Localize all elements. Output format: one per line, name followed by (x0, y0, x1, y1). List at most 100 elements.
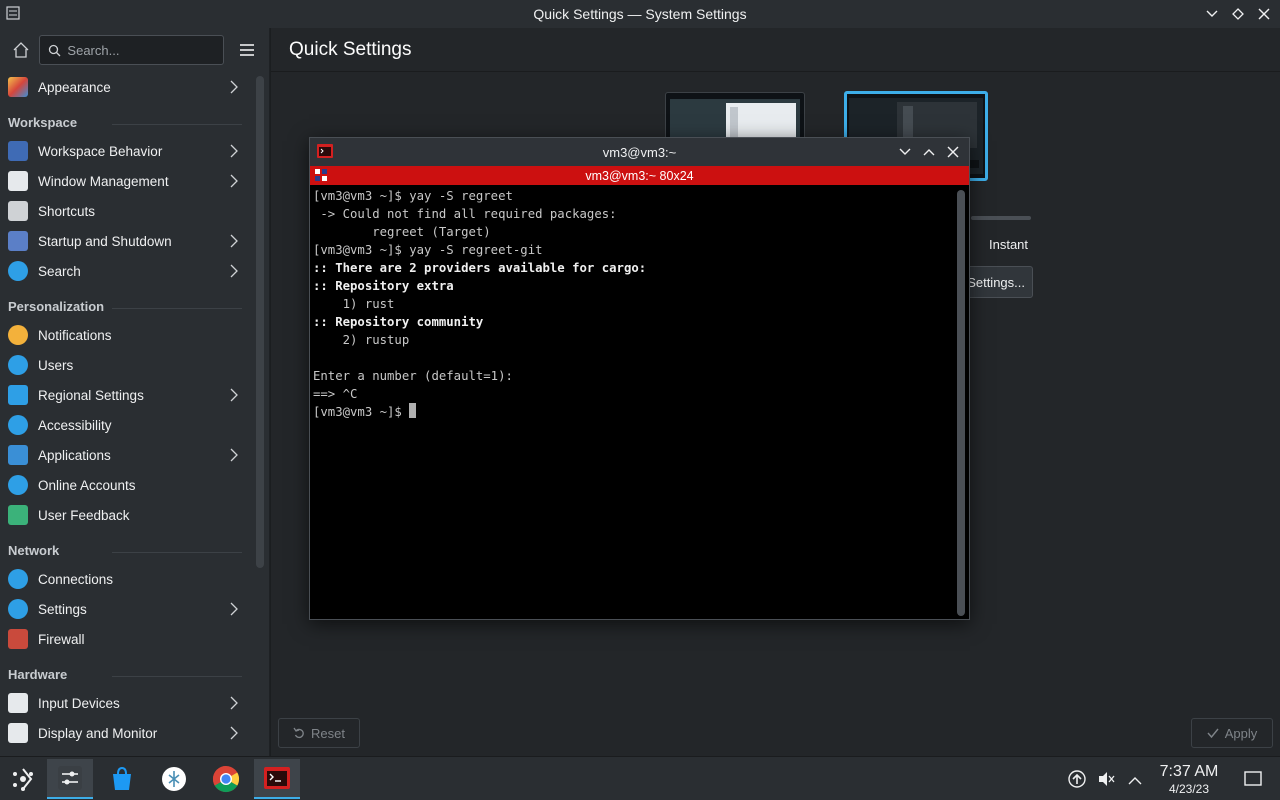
terminal-line: 2) rustup (313, 333, 410, 347)
sidebar-item-notifications[interactable]: Notifications (0, 320, 250, 350)
instant-label: Instant (989, 237, 1029, 252)
sidebar-item-firewall[interactable]: Firewall (0, 624, 250, 654)
reset-button-label: Reset (311, 725, 345, 741)
sidebar-item-regional-settings[interactable]: Regional Settings (0, 380, 250, 410)
terminal-window[interactable]: vm3@vm3:~ vm3@vm3:~ 80x24 [vm3@vm3 ~]$ y… (309, 137, 970, 620)
sidebar-item-applications[interactable]: Applications (0, 440, 250, 470)
sidebar-item-shortcuts[interactable]: Shortcuts (0, 196, 250, 226)
terminal-maximize-icon[interactable] (919, 142, 939, 162)
feedback-icon (8, 505, 28, 525)
search-input[interactable]: Search... (39, 35, 224, 65)
sidebar-item-connections[interactable]: Connections (0, 564, 250, 594)
home-icon[interactable] (8, 37, 33, 63)
terminal-line: [vm3@vm3 ~]$ yay -S regreet-git (313, 243, 543, 257)
page-title: Quick Settings (271, 28, 1280, 72)
terminal-prompt-line: [vm3@vm3 ~]$ (313, 403, 952, 421)
minimize-icon[interactable] (1202, 4, 1222, 24)
animation-speed-slider[interactable] (971, 216, 1031, 220)
chevron-up-icon[interactable] (1128, 773, 1142, 791)
updates-icon[interactable] (1068, 770, 1086, 793)
search-placeholder: Search... (67, 42, 120, 58)
sidebar-item-label: Accessibility (38, 417, 112, 433)
sidebar-item-settings[interactable]: Settings (0, 594, 250, 624)
divider (112, 124, 242, 125)
divider (112, 552, 242, 553)
sidebar-item-label: Window Management (38, 173, 169, 189)
sidebar: Search... Appearance Workspace Workspace B… (0, 28, 270, 756)
terminal-tab-icon (314, 168, 328, 182)
sidebar-item-label: User Feedback (38, 507, 130, 523)
terminal-titlebar[interactable]: vm3@vm3:~ (310, 138, 969, 166)
sidebar-item-label: Online Accounts (38, 477, 136, 493)
clock-date: 4/23/23 (1168, 782, 1210, 796)
window-titlebar: Quick Settings — System Settings (0, 0, 1280, 28)
app-icon[interactable] (151, 759, 197, 799)
section-header-label: Network (8, 543, 60, 558)
application-launcher-icon[interactable] (0, 759, 46, 799)
chevron-right-icon (228, 234, 240, 248)
apply-button[interactable]: Apply (1191, 718, 1273, 748)
settings-button[interactable]: Settings... (961, 266, 1033, 298)
terminal-scrollbar[interactable] (957, 190, 965, 616)
hamburger-menu-icon[interactable] (234, 36, 261, 64)
sidebar-item-workspace-behavior[interactable]: Workspace Behavior (0, 136, 250, 166)
sidebar-item-label: Users (38, 357, 74, 373)
terminal-tab[interactable]: vm3@vm3:~ 80x24 (310, 166, 969, 185)
regional-icon (8, 385, 28, 405)
sidebar-item-user-feedback[interactable]: User Feedback (0, 500, 250, 530)
window-menu-icon[interactable] (4, 4, 22, 22)
sidebar-item-accessibility[interactable]: Accessibility (0, 410, 250, 440)
chevron-right-icon (228, 80, 240, 94)
system-settings-task-icon[interactable] (47, 759, 93, 799)
terminal-line: :: Repository community (313, 315, 484, 329)
terminal-line: :: There are 2 providers available for c… (313, 261, 647, 275)
reset-button[interactable]: Reset (278, 718, 360, 748)
sidebar-item-users[interactable]: Users (0, 350, 250, 380)
sidebar-item-label: Notifications (38, 327, 112, 343)
terminal-task-icon[interactable] (254, 759, 300, 799)
sidebar-item-search[interactable]: Search (0, 256, 250, 286)
chevron-right-icon (228, 696, 240, 710)
chrome-icon[interactable] (203, 759, 249, 799)
sidebar-item-appearance[interactable]: Appearance (0, 72, 250, 102)
clock-time: 7:37 AM (1159, 763, 1219, 780)
sidebar-item-window-management[interactable]: Window Management (0, 166, 250, 196)
terminal-app-icon[interactable] (316, 142, 334, 160)
globe-icon (8, 569, 28, 589)
sidebar-item-input-devices[interactable]: Input Devices (0, 688, 250, 718)
sidebar-item-online-accounts[interactable]: Online Accounts (0, 470, 250, 500)
maximize-icon[interactable] (1228, 4, 1248, 24)
startup-icon (8, 231, 28, 251)
terminal-minimize-icon[interactable] (895, 142, 915, 162)
close-icon[interactable] (1254, 4, 1274, 24)
discover-store-icon[interactable] (99, 759, 145, 799)
sidebar-item-startup-and-shutdown[interactable]: Startup and Shutdown (0, 226, 250, 256)
chevron-right-icon (228, 448, 240, 462)
firewall-icon (8, 629, 28, 649)
users-icon (8, 355, 28, 375)
terminal-line: regreet (Target) (313, 225, 491, 239)
keyboard-icon (8, 201, 28, 221)
sidebar-item-display-and-monitor[interactable]: Display and Monitor (0, 718, 250, 748)
volume-muted-icon[interactable] (1097, 770, 1115, 793)
bell-icon (8, 325, 28, 345)
show-desktop-icon[interactable] (1244, 770, 1262, 793)
section-header-label: Personalization (8, 299, 105, 314)
divider (112, 676, 242, 677)
terminal-line: ==> ^C (313, 387, 358, 401)
terminal-output[interactable]: [vm3@vm3 ~]$ yay -S regreet -> Could not… (310, 185, 955, 619)
accessibility-icon (8, 415, 28, 435)
sidebar-item-label: Display and Monitor (38, 725, 158, 741)
clock[interactable]: 7:37 AM 4/23/23 (1154, 763, 1224, 796)
apply-button-label: Apply (1224, 725, 1258, 741)
terminal-close-icon[interactable] (943, 142, 963, 162)
chevron-right-icon (228, 144, 240, 158)
checkmark-icon (1207, 728, 1219, 739)
sidebar-item-label: Regional Settings (38, 387, 144, 403)
sidebar-section-header: Workspace (0, 102, 250, 136)
sidebar-item-label: Settings (38, 601, 87, 617)
chevron-right-icon (228, 388, 240, 402)
sidebar-scrollbar[interactable] (256, 76, 264, 568)
undo-icon (293, 727, 304, 739)
